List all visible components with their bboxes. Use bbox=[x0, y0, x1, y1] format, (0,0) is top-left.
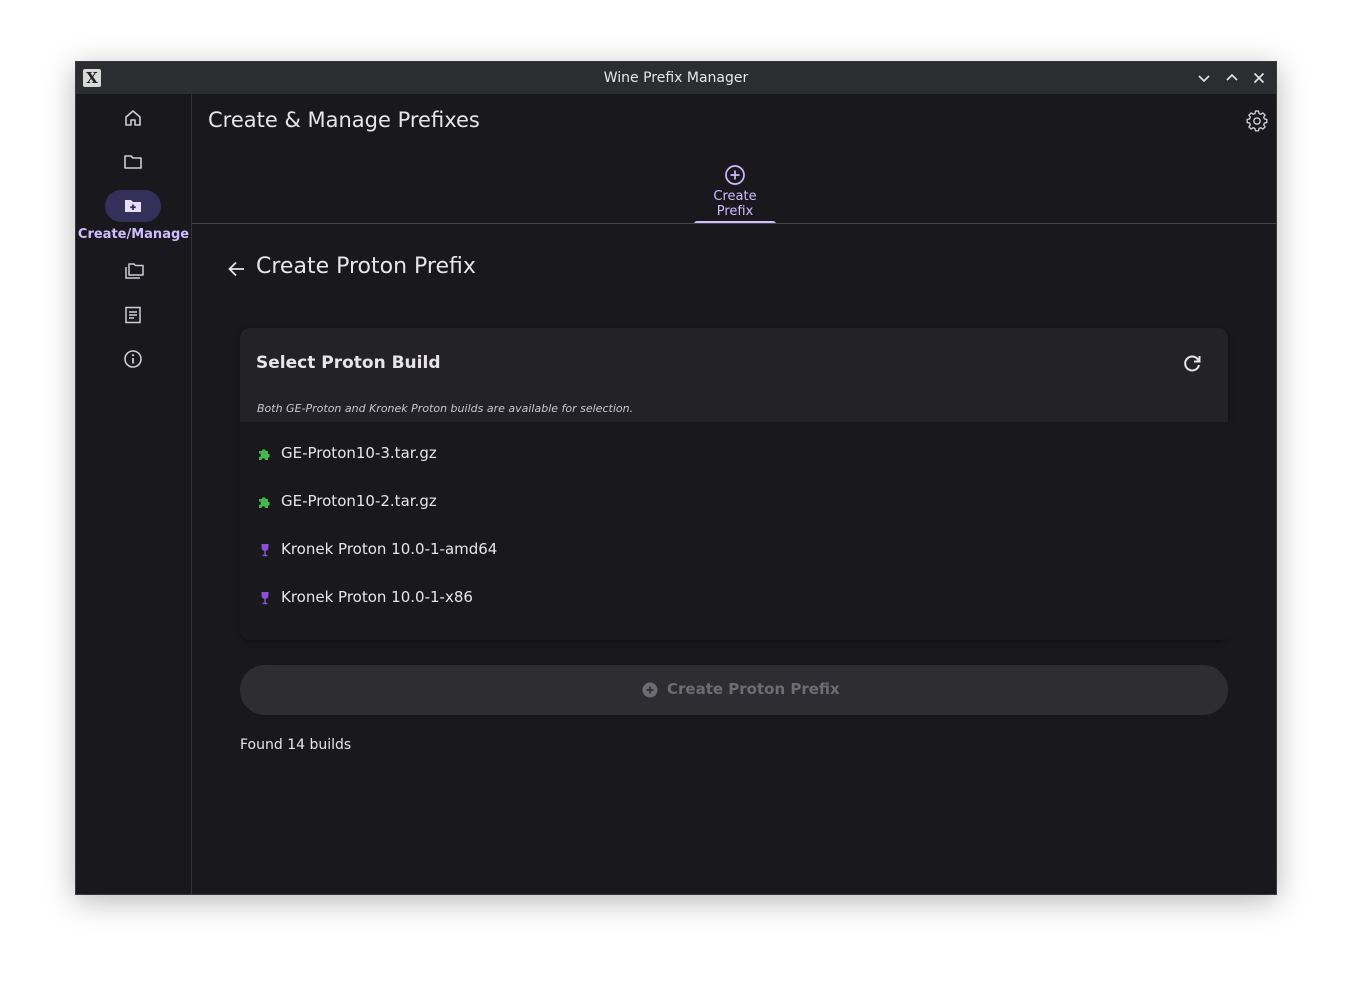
rail-item-label[interactable]: Create/Manage bbox=[76, 227, 191, 242]
rail-item-info[interactable] bbox=[76, 341, 191, 377]
rail-item-folder[interactable] bbox=[76, 144, 191, 180]
build-label: Kronek Proton 10.0-1-x86 bbox=[281, 588, 473, 606]
tab-label: Create Prefix bbox=[713, 189, 757, 219]
create-proton-prefix-button[interactable]: Create Proton Prefix bbox=[240, 665, 1228, 715]
maximize-icon[interactable] bbox=[1224, 70, 1240, 86]
tab-create-prefix[interactable]: Create Prefix bbox=[694, 162, 776, 224]
build-item[interactable]: Kronek Proton 10.0-1-amd64 bbox=[240, 526, 1234, 574]
gear-icon[interactable] bbox=[1246, 110, 1268, 132]
create-folder-icon bbox=[125, 200, 141, 212]
puzzle-icon bbox=[259, 497, 270, 508]
build-item[interactable]: GE-Proton10-3.tar.gz bbox=[240, 430, 1234, 478]
select-build-card: Select Proton Build Both GE-Proton and K… bbox=[240, 328, 1234, 640]
page-title: Create & Manage Prefixes bbox=[208, 108, 480, 132]
build-item[interactable]: Kronek Proton 10.0-1-x86 bbox=[240, 574, 1234, 622]
puzzle-icon bbox=[259, 449, 270, 460]
wine-glass-icon bbox=[261, 544, 269, 557]
build-list: GE-Proton10-3.tar.gz GE-Proton10-2.tar.g… bbox=[240, 422, 1234, 640]
navigation-rail: Create/Manage bbox=[76, 94, 192, 894]
title-bar: X Wine Prefix Manager bbox=[76, 62, 1276, 94]
card-hint: Both GE-Proton and Kronek Proton builds … bbox=[257, 402, 634, 415]
rail-item-home[interactable] bbox=[76, 100, 191, 136]
create-button-label: Create Proton Prefix bbox=[667, 680, 840, 698]
rail-item-create-manage[interactable] bbox=[105, 190, 161, 222]
build-item[interactable]: GE-Proton10-2.tar.gz bbox=[240, 478, 1234, 526]
wine-glass-icon bbox=[261, 592, 269, 605]
back-arrow-icon[interactable] bbox=[226, 258, 248, 280]
minimize-icon[interactable] bbox=[1196, 70, 1212, 86]
app-window: X Wine Prefix Manager Create/Manage Crea… bbox=[75, 61, 1277, 895]
build-label: GE-Proton10-3.tar.gz bbox=[281, 444, 437, 462]
folder-icon bbox=[124, 155, 142, 169]
rail-item-library[interactable] bbox=[76, 253, 191, 289]
subpage-title: Create Proton Prefix bbox=[256, 254, 476, 279]
library-icon bbox=[125, 263, 144, 279]
info-icon bbox=[124, 350, 142, 368]
tabs-divider bbox=[192, 223, 1276, 224]
home-icon bbox=[125, 110, 141, 126]
build-label: GE-Proton10-2.tar.gz bbox=[281, 492, 437, 510]
build-label: Kronek Proton 10.0-1-amd64 bbox=[281, 540, 498, 558]
close-icon[interactable] bbox=[1251, 70, 1267, 86]
main-content: Create & Manage Prefixes Create Prefix C… bbox=[192, 94, 1276, 894]
status-text: Found 14 builds bbox=[240, 737, 352, 753]
refresh-icon[interactable] bbox=[1180, 352, 1204, 376]
list-icon bbox=[125, 306, 141, 324]
window-title: Wine Prefix Manager bbox=[603, 70, 749, 86]
card-title: Select Proton Build bbox=[256, 353, 441, 373]
rail-item-list[interactable] bbox=[76, 297, 191, 333]
add-circle-icon bbox=[642, 682, 658, 698]
add-circle-icon bbox=[725, 165, 745, 185]
